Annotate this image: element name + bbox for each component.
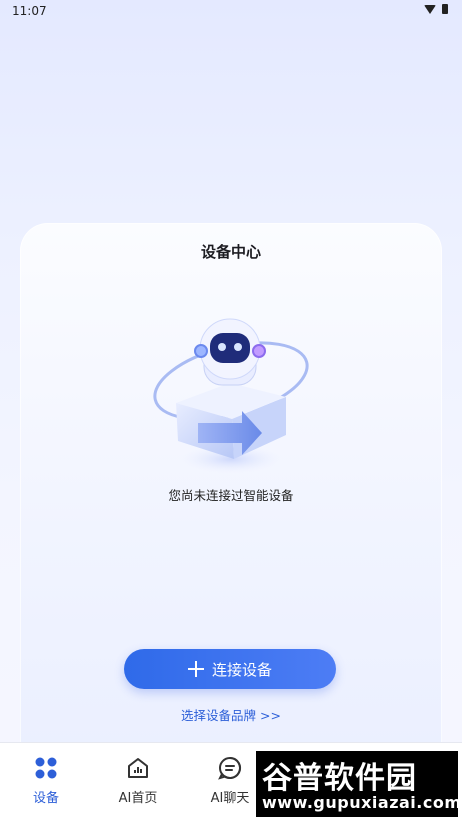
battery-icon [442,4,448,14]
status-icons [424,4,448,14]
chat-icon [218,757,241,780]
plus-icon [187,661,204,677]
watermark-title: 谷普软件园 [262,761,417,796]
connect-device-label: 连接设备 [211,660,272,679]
tab-ai-home-label: AI首页 [118,791,158,806]
status-time: 11:07 [12,4,47,18]
tab-devices[interactable]: 设备 [6,755,86,806]
watermark: 谷普软件园 www.gupuxiazai.com [256,751,461,817]
empty-state-text: 您尚未连接过智能设备 [168,488,294,503]
status-bar: 11:07 [0,0,462,24]
connect-device-button[interactable]: 连接设备 [124,649,336,689]
tab-ai-home[interactable]: AI首页 [98,755,178,806]
ai-home-icon [128,758,148,778]
device-center-card: 设备中心 您尚未连接过智能设备 连接设备 选择设备品牌 >> [20,223,442,783]
select-brand-link[interactable]: 选择设备品牌 >> [20,705,442,724]
devices-grid-icon [35,757,57,779]
watermark-url: www.gupuxiazai.com [262,793,462,812]
robot-box-illustration [153,318,309,473]
tab-devices-label: 设备 [32,791,59,806]
page-title: 设备中心 [200,243,261,261]
wifi-icon [424,4,436,14]
